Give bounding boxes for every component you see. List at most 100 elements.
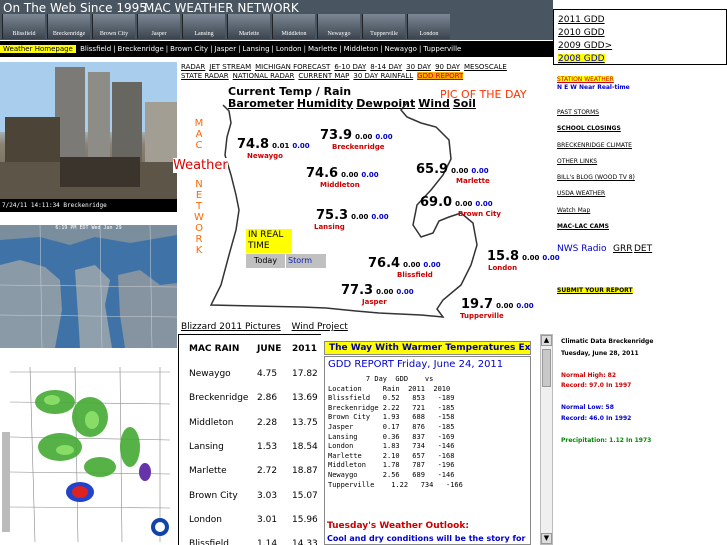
gdd-report-link[interactable]: GDD REPORT	[417, 72, 464, 80]
station-jasper[interactable]: 77.3 0.00 0.00 Jasper	[341, 283, 414, 306]
map-link[interactable]: 90 DAY	[435, 63, 460, 71]
town-photo[interactable]: Brown City	[92, 14, 135, 39]
gdd-report-title: GDD REPORT Friday, June 24, 2011	[328, 359, 504, 370]
blizzard-pictures-link[interactable]: Blizzard 2011 Pictures	[181, 322, 281, 332]
map-link[interactable]: MICHIGAN FORECAST	[255, 63, 330, 71]
watch-map-link[interactable]: Watch Map	[557, 207, 590, 214]
station-gdd: 0.00	[292, 142, 310, 150]
town-photo[interactable]: Blissfield	[2, 14, 45, 39]
nav-item[interactable]: London	[275, 45, 303, 53]
scroll-down-icon[interactable]: ▼	[541, 533, 552, 544]
station-gdd: 0.00	[371, 213, 389, 221]
top-nav: Weather Homepage Blissfield | Breckenridge…	[0, 41, 553, 57]
map-link[interactable]: 8-14 DAY	[370, 63, 402, 71]
normal-high: Normal High: 82	[561, 372, 617, 379]
today-button[interactable]: Today	[246, 254, 285, 268]
town-photo[interactable]: Lansing	[182, 14, 225, 39]
storm-button[interactable]: Storm	[286, 254, 326, 268]
nav-item[interactable]: Middleton	[343, 45, 380, 53]
radar-map[interactable]	[0, 362, 177, 545]
nav-item[interactable]: Newaygo	[384, 45, 418, 53]
past-storms-link[interactable]: PAST STORMS	[557, 109, 599, 116]
town-photo[interactable]: Newaygo	[317, 14, 360, 39]
station-temp: 19.7	[461, 297, 494, 312]
gdd-2010-link[interactable]: 2010 GDD	[558, 27, 726, 40]
rain-table-cell: 13.69	[292, 393, 318, 404]
submit-report-link[interactable]: SUBMIT YOUR REPORT	[557, 287, 633, 294]
rain-table-cell: 3.01	[257, 514, 278, 525]
gdd-2008-link[interactable]: 2008 GDD	[558, 54, 605, 64]
station-temp: 76.4	[368, 256, 401, 271]
nav-item[interactable]: Jasper	[213, 45, 237, 53]
map-link[interactable]: MESOSCALE	[464, 63, 507, 71]
satellite-map[interactable]	[0, 225, 177, 348]
rain-table-cell: 2.72	[257, 466, 278, 477]
det-link[interactable]: DET	[634, 244, 652, 254]
station-brown-city[interactable]: 69.0 0.00 0.00 Brown City	[420, 195, 501, 218]
station-blissfield[interactable]: 76.4 0.00 0.00 Blissfield	[368, 256, 441, 279]
map-link[interactable]: 30 DAY RAINFALL	[353, 72, 413, 80]
usda-weather-link[interactable]: USDA WEATHER	[557, 190, 605, 197]
map-link[interactable]: JET STREAM	[209, 63, 251, 71]
bills-blog-link[interactable]: BILL's BLOG (WOOD TV 8)	[557, 174, 635, 181]
webcam-photo[interactable]	[0, 62, 177, 212]
map-link[interactable]: NATIONAL RADAR	[233, 72, 295, 80]
rain-table-cell: 18.54	[292, 441, 318, 452]
near-realtime-link[interactable]: N E W Near Real-time	[557, 84, 630, 91]
station-london[interactable]: 15.8 0.00 0.00 London	[487, 249, 560, 272]
map-link[interactable]: RADAR	[181, 63, 205, 71]
station-breckenridge[interactable]: 73.9 0.00 0.00 Breckenridge	[320, 128, 393, 151]
town-photo[interactable]: Middleton	[272, 14, 315, 39]
station-tupperville[interactable]: 19.7 0.00 0.00 Tupperville	[460, 297, 534, 320]
station-temp: 15.8	[487, 249, 520, 264]
map-link[interactable]: STATE RADAR	[181, 72, 229, 80]
report-scrollbar[interactable]: ▲ ▼	[540, 334, 553, 545]
network-vertical-label: NETWORK	[194, 179, 204, 256]
nav-item[interactable]: Tupperville	[422, 45, 462, 53]
nav-item[interactable]: Brown City	[169, 45, 209, 53]
mac-lac-cams-link[interactable]: MAC-LAC CAMS	[557, 223, 609, 230]
town-photo[interactable]: Tupperville	[362, 14, 405, 39]
town-photo[interactable]: London	[407, 14, 450, 39]
breckenridge-climate-link[interactable]: BRECKENRIDGE CLIMATE	[557, 142, 632, 149]
gdd-2011-link[interactable]: 2011 GDD	[558, 14, 726, 27]
rain-table-cell: 14.33	[292, 539, 318, 545]
map-link[interactable]: 30 DAY	[406, 63, 431, 71]
town-photo[interactable]: Jasper	[137, 14, 180, 39]
other-links-link[interactable]: OTHER LINKS	[557, 158, 597, 165]
station-temp: 74.8	[237, 137, 270, 152]
record-high: Record: 97.0 In 1997	[561, 382, 632, 389]
station-marlette[interactable]: 65.9 0.00 0.00 Marlette	[416, 162, 490, 185]
mac-rain-table: MAC RAIN JUNE 2011 Newaygo 4.75 17.82 Breckenr…	[178, 334, 321, 545]
nav-separator: |	[113, 45, 116, 53]
map-link[interactable]: CURRENT MAP	[298, 72, 349, 80]
school-closings-link[interactable]: SCHOOL CLOSINGS	[557, 125, 621, 132]
station-middleton[interactable]: 74.6 0.00 0.00 Middleton	[306, 166, 379, 189]
nav-item[interactable]: Blissfield	[79, 45, 112, 53]
rain-table-cell: 1.14	[257, 539, 278, 545]
wind-project-link[interactable]: Wind Project	[292, 322, 348, 332]
rain-table-cell: 18.87	[292, 466, 318, 477]
station-weather-link[interactable]: STATION WEATHER	[557, 76, 614, 83]
nav-item[interactable]: Marlette	[307, 45, 338, 53]
station-name: Middleton	[320, 181, 360, 189]
town-photo[interactable]: Breckenridge	[47, 14, 90, 39]
station-newaygo[interactable]: 74.8 0.01 0.00 Newaygo	[237, 137, 310, 160]
gdd-2009-link[interactable]: 2009 GDD>	[558, 40, 726, 53]
station-rain: 0.00	[451, 167, 469, 175]
station-gdd: 0.00	[361, 171, 379, 179]
station-gdd: 0.00	[423, 261, 441, 269]
grr-link[interactable]: GRR	[613, 244, 632, 254]
nav-item[interactable]: Breckenridge	[117, 45, 165, 53]
map-link[interactable]: 6-10 DAY	[334, 63, 366, 71]
nav-weather-homepage[interactable]: Weather Homepage	[0, 45, 76, 53]
station-name: Newaygo	[247, 152, 283, 160]
scroll-up-icon[interactable]: ▲	[541, 335, 552, 346]
town-photo[interactable]: Marlette	[227, 14, 270, 39]
station-rain: 0.00	[522, 254, 540, 262]
scroll-thumb[interactable]	[542, 349, 551, 387]
nav-item[interactable]: Lansing	[241, 45, 270, 53]
station-lansing[interactable]: 75.3 0.00 0.00 Lansing	[314, 208, 389, 231]
station-temp: 69.0	[420, 195, 453, 210]
station-name: Marlette	[456, 177, 490, 185]
